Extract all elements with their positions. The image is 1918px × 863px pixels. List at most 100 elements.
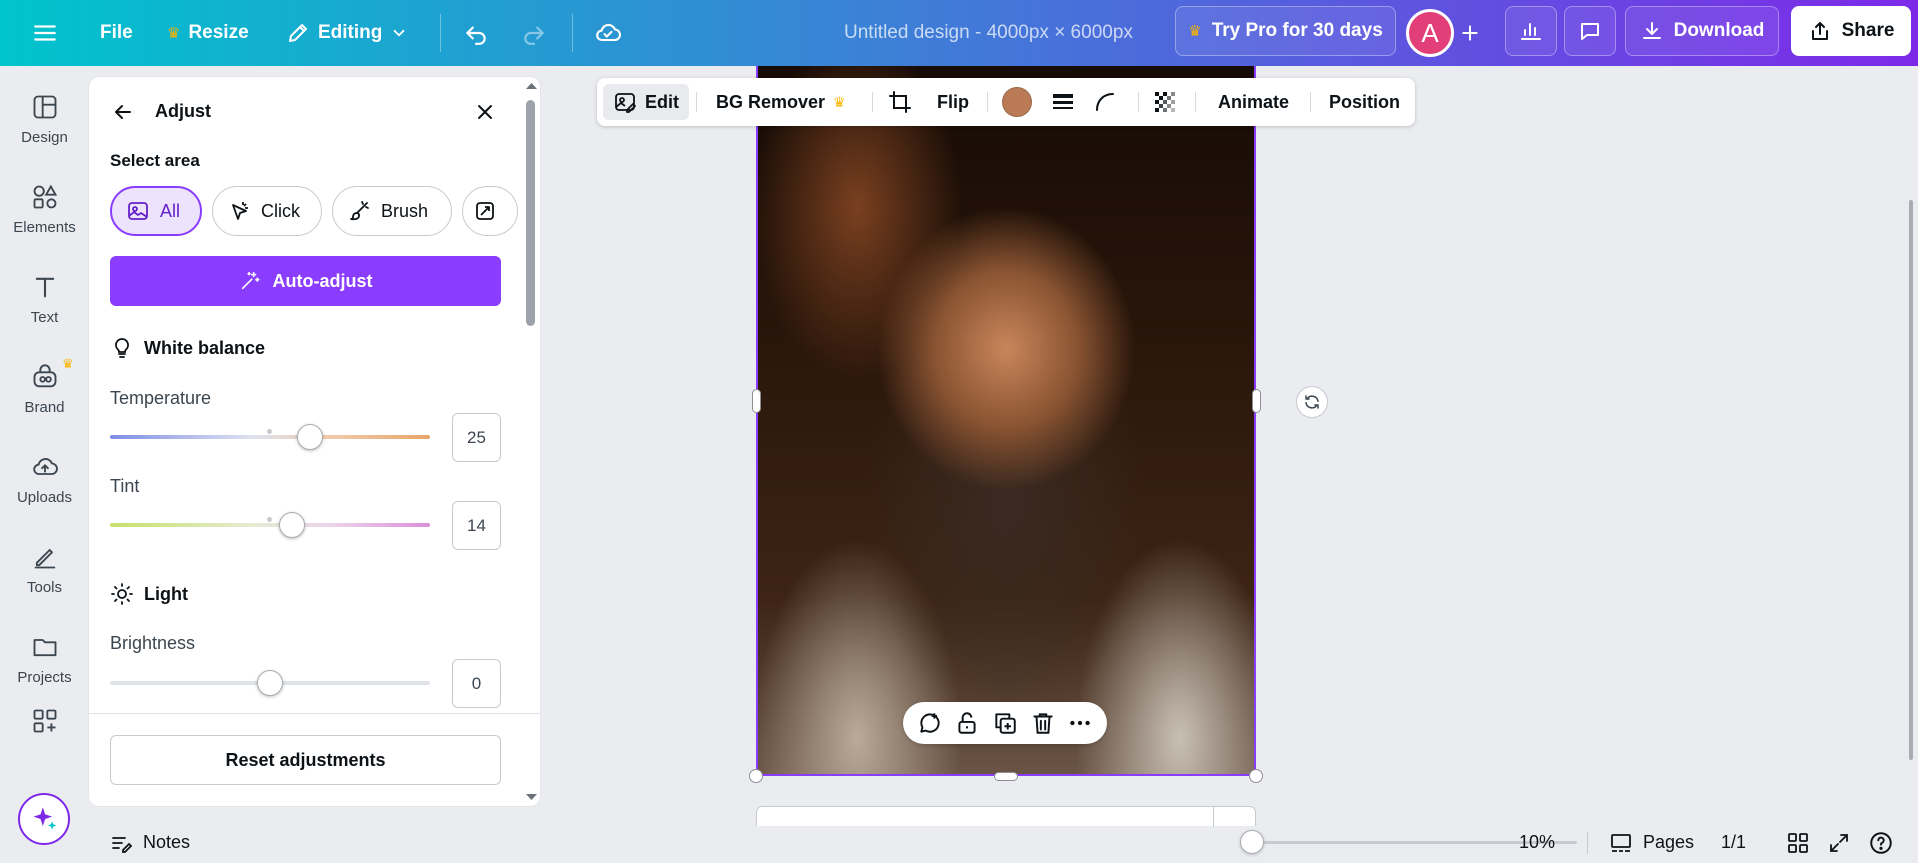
corner-rounding-button[interactable] xyxy=(1093,78,1117,126)
brightness-slider[interactable] xyxy=(257,670,283,696)
divider xyxy=(696,92,697,112)
element-quick-actions xyxy=(903,702,1107,744)
add-collaborator-button[interactable] xyxy=(1446,9,1494,57)
resize-handle-bottom-right[interactable] xyxy=(1249,769,1263,783)
crown-icon: ♛ xyxy=(1188,23,1202,40)
close-panel-button[interactable] xyxy=(473,100,497,124)
arrow-left-icon xyxy=(115,105,131,119)
selected-photo[interactable] xyxy=(756,66,1256,776)
rail-item-apps[interactable] xyxy=(0,696,89,746)
editing-mode-dropdown[interactable]: Editing xyxy=(286,0,408,66)
chip-all[interactable]: All xyxy=(110,186,202,236)
image-icon xyxy=(128,202,148,220)
tools-icon xyxy=(34,548,55,568)
elements-icon xyxy=(33,184,57,208)
undo-icon xyxy=(466,26,486,45)
canvas-scrollbar[interactable] xyxy=(1909,200,1913,760)
tint-slider[interactable] xyxy=(279,512,306,538)
scroll-down-icon xyxy=(526,794,537,800)
divider xyxy=(1195,92,1196,112)
rail-item-brand[interactable]: ♛ Brand xyxy=(0,346,89,432)
fullscreen-button[interactable] xyxy=(1827,822,1851,863)
bar-chart-icon xyxy=(1521,23,1541,40)
save-status-button[interactable] xyxy=(594,0,622,66)
edit-image-button[interactable]: Edit xyxy=(603,84,689,120)
tint-track[interactable] xyxy=(110,523,430,527)
file-menu[interactable]: File xyxy=(100,0,133,66)
add-comment-icon[interactable] xyxy=(917,710,943,736)
expand-icon xyxy=(1830,833,1848,852)
brand-icon xyxy=(33,363,56,387)
trash-icon[interactable] xyxy=(1030,710,1056,736)
color-swatch xyxy=(1002,87,1032,117)
tint-value-field[interactable]: 14 xyxy=(452,501,501,550)
more-options-icon[interactable] xyxy=(1067,710,1093,736)
transparency-button[interactable] xyxy=(1153,78,1177,126)
grid-view-button[interactable] xyxy=(1786,822,1810,863)
rotate-button[interactable] xyxy=(1296,386,1328,418)
rail-item-design[interactable]: Design xyxy=(0,76,89,162)
rail-item-text[interactable]: Text xyxy=(0,256,89,342)
comments-button[interactable] xyxy=(1564,6,1616,56)
chip-more[interactable] xyxy=(462,186,518,236)
resize-handle-left[interactable] xyxy=(752,389,761,413)
temperature-slider[interactable] xyxy=(297,424,323,450)
share-button[interactable]: Share xyxy=(1791,6,1911,56)
rail-item-elements[interactable]: Elements xyxy=(0,166,89,252)
select-area-label: Select area xyxy=(110,151,200,170)
brightness-value-field[interactable]: 0 xyxy=(452,659,501,708)
brush-icon xyxy=(350,201,369,221)
bottom-bar: Notes 10% Pages 1/1 xyxy=(89,822,1918,863)
zoom-level[interactable]: 10% xyxy=(1519,822,1555,863)
menu-button[interactable] xyxy=(32,0,58,66)
panel-scroll-thumb[interactable] xyxy=(526,100,535,326)
bg-remover-button[interactable]: BG Remover ♛ xyxy=(716,78,846,126)
zoom-slider[interactable] xyxy=(1240,830,1264,854)
corner-radius-icon xyxy=(1096,93,1114,111)
unlock-icon[interactable] xyxy=(954,710,980,736)
try-pro-button[interactable]: ♛ Try Pro for 30 days xyxy=(1175,6,1396,56)
brightness-label: Brightness xyxy=(110,633,196,653)
crop-button[interactable] xyxy=(888,78,912,126)
chip-click[interactable]: Click xyxy=(212,186,322,236)
help-button[interactable] xyxy=(1868,822,1894,863)
design-title[interactable]: Untitled design - 4000px × 6000px xyxy=(844,0,1133,66)
temperature-value-field[interactable]: 25 xyxy=(452,413,501,462)
transparency-icon xyxy=(1155,92,1175,112)
auto-adjust-button[interactable]: Auto-adjust xyxy=(110,256,501,306)
crown-icon: ♛ xyxy=(62,356,74,371)
color-swatch-button[interactable] xyxy=(1002,78,1032,126)
resize-handle-bottom[interactable] xyxy=(994,772,1018,781)
white-balance-heading: White balance xyxy=(110,336,265,360)
resize-handle-right[interactable] xyxy=(1252,389,1261,413)
share-icon xyxy=(1811,22,1828,40)
position-button[interactable]: Position xyxy=(1329,78,1400,126)
magic-assistant-button[interactable] xyxy=(18,793,70,845)
hamburger-icon xyxy=(34,25,56,41)
duplicate-icon[interactable] xyxy=(992,710,1018,736)
pages-button[interactable]: Pages xyxy=(1609,822,1694,863)
resize-handle-bottom-left[interactable] xyxy=(749,769,763,783)
border-style-button[interactable] xyxy=(1051,78,1075,126)
undo-button[interactable] xyxy=(463,0,489,66)
chevron-down-icon xyxy=(393,29,405,37)
divider xyxy=(1310,92,1311,112)
rail-item-tools[interactable]: Tools xyxy=(0,526,89,612)
scroll-up-icon xyxy=(526,83,537,89)
flip-button[interactable]: Flip xyxy=(937,78,969,126)
reset-adjustments-button[interactable]: Reset adjustments xyxy=(110,735,501,785)
resize-button[interactable]: ♛ Resize xyxy=(167,0,249,66)
download-button[interactable]: Download xyxy=(1625,6,1779,56)
animate-button[interactable]: Animate xyxy=(1218,78,1289,126)
redo-button[interactable] xyxy=(521,0,547,66)
projects-icon xyxy=(33,638,56,656)
divider xyxy=(1587,832,1588,854)
panel-footer: Reset adjustments xyxy=(89,713,540,806)
rail-item-projects[interactable]: Projects xyxy=(0,616,89,702)
insights-button[interactable] xyxy=(1505,6,1557,56)
back-button[interactable] xyxy=(111,100,135,124)
chip-brush[interactable]: Brush xyxy=(332,186,452,236)
rail-item-uploads[interactable]: Uploads xyxy=(0,436,89,522)
temperature-track[interactable] xyxy=(110,435,430,439)
notes-button[interactable]: Notes xyxy=(109,822,190,863)
